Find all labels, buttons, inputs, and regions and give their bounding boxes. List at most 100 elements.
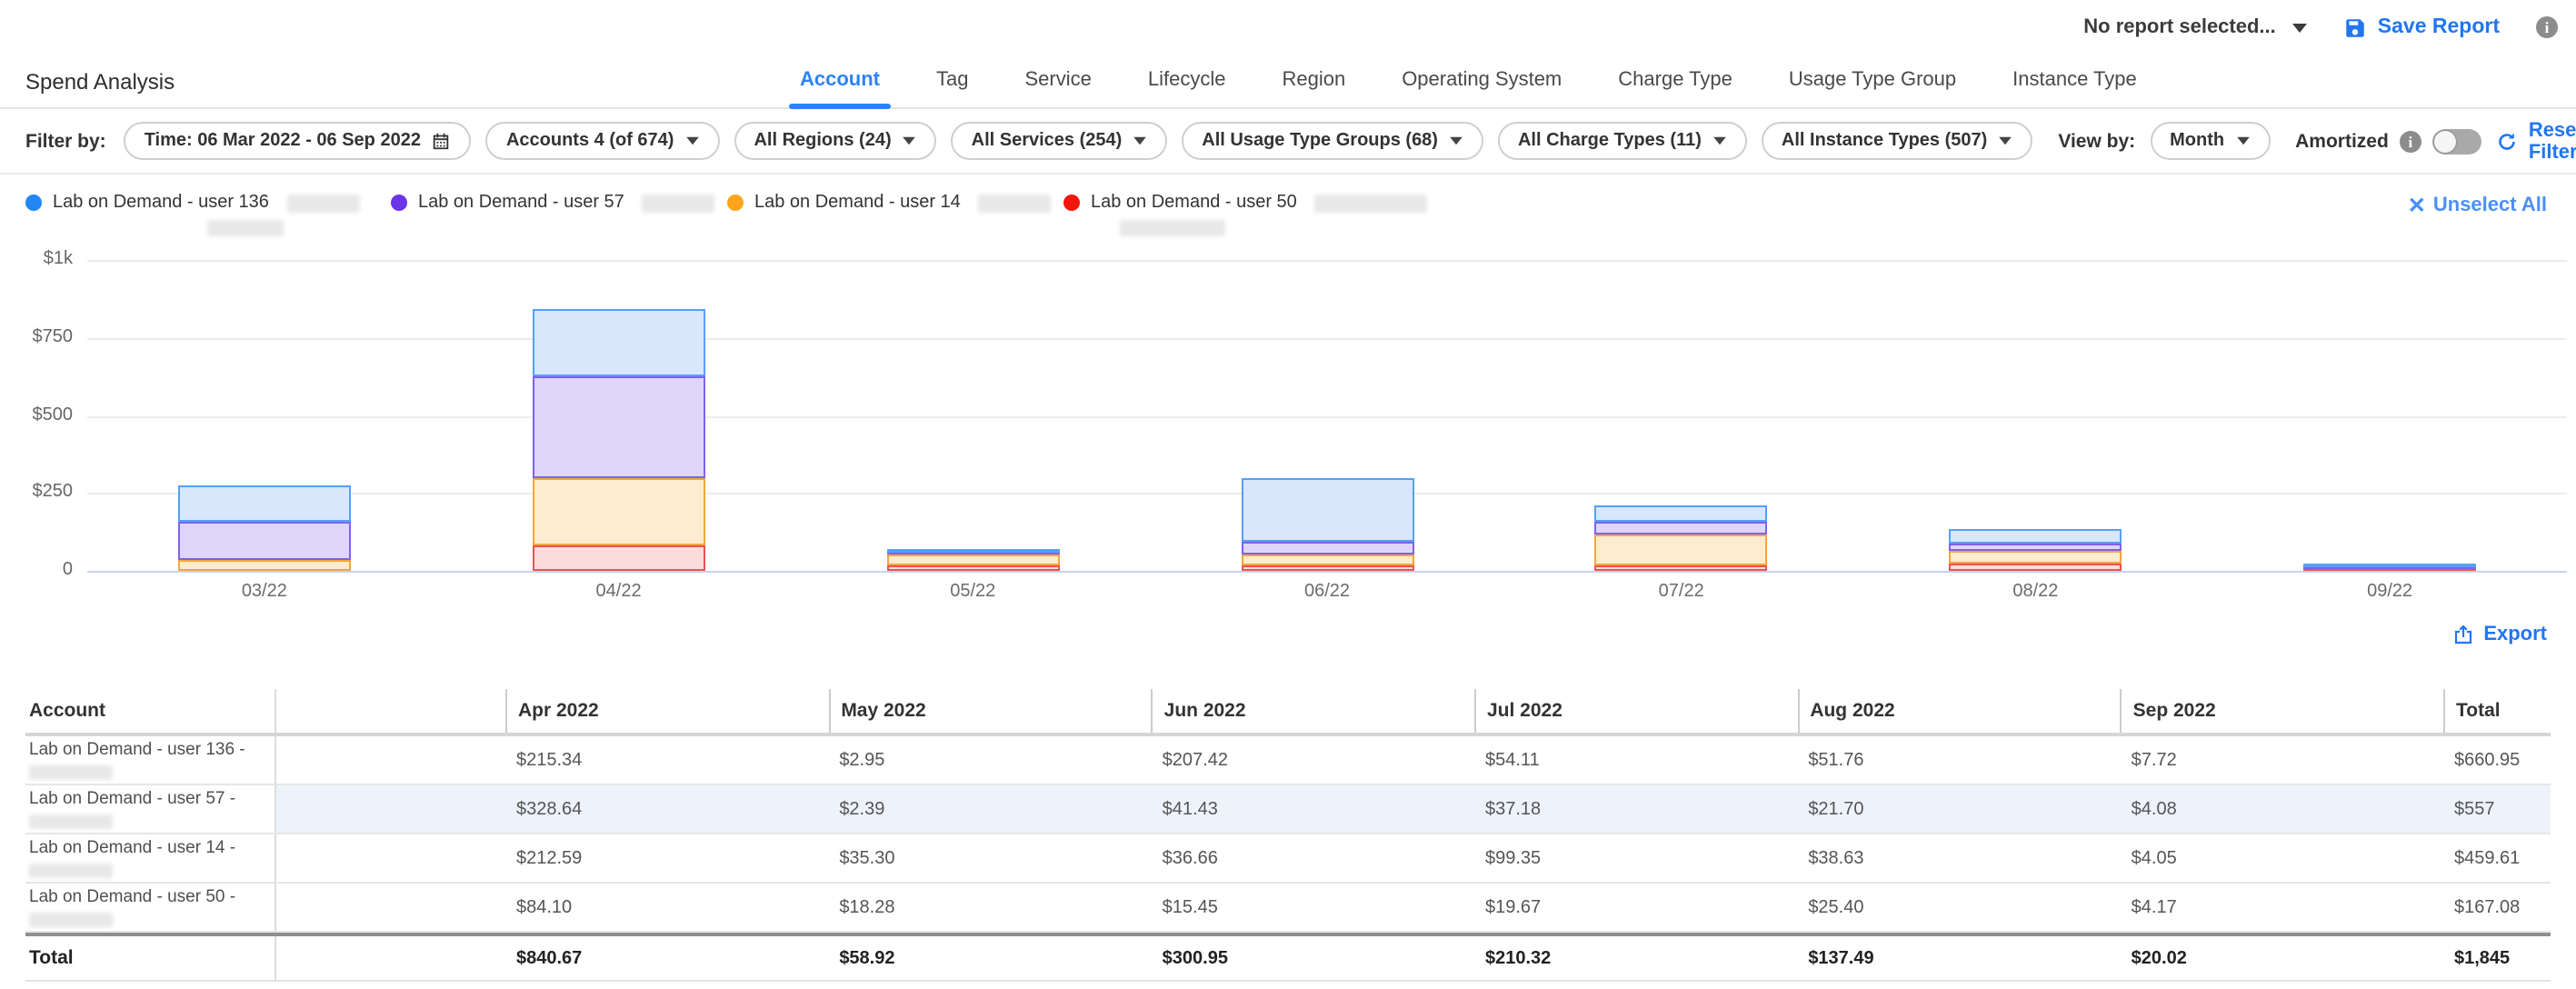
save-report-label: Save Report bbox=[2378, 16, 2500, 38]
redacted-text bbox=[979, 194, 1052, 212]
redacted-text bbox=[1120, 220, 1225, 236]
report-selector-dropdown[interactable]: No report selected... bbox=[2083, 16, 2307, 38]
tab-tag[interactable]: Tag bbox=[933, 69, 973, 107]
filter-pill-all-services-254[interactable]: All Services (254) bbox=[952, 122, 1168, 160]
tab-lifecycle[interactable]: Lifecycle bbox=[1144, 69, 1230, 107]
value-cell: $328.64 bbox=[505, 785, 828, 833]
bar-segment-lab-on-demand-user-57[interactable] bbox=[1595, 523, 1768, 534]
page-title: Spend Analysis bbox=[25, 69, 175, 95]
bar-segment-lab-on-demand-user-14[interactable] bbox=[1949, 551, 2122, 563]
column-header-sep-2022: Sep 2022 bbox=[2121, 689, 2443, 733]
bar-segment-lab-on-demand-user-14[interactable] bbox=[886, 554, 1059, 565]
value-cell: $7.72 bbox=[2121, 736, 2443, 784]
filter-pill-all-usage-type-groups-68[interactable]: All Usage Type Groups (68) bbox=[1182, 122, 1483, 160]
column-header-aug-2022: Aug 2022 bbox=[1797, 689, 2120, 733]
bar-segment-lab-on-demand-user-50[interactable] bbox=[886, 565, 1059, 571]
tab-account[interactable]: Account bbox=[796, 69, 884, 107]
column-header-apr-2022: Apr 2022 bbox=[505, 689, 828, 733]
spend-chart: $1k$750$500$250003/2204/2205/2206/2207/2… bbox=[0, 247, 2576, 618]
filter-pill-label: All Charge Types (11) bbox=[1518, 131, 1702, 151]
y-axis-tick-label: $750 bbox=[0, 327, 73, 347]
account-cell: Lab on Demand - user 136 - bbox=[25, 736, 276, 784]
x-axis-tick-label: 08/22 bbox=[1949, 582, 2122, 602]
tab-service[interactable]: Service bbox=[1022, 69, 1095, 107]
view-by-label: View by: bbox=[2058, 130, 2135, 152]
bar-segment-lab-on-demand-user-136[interactable] bbox=[533, 310, 705, 377]
value-cell: $41.43 bbox=[1152, 785, 1474, 833]
tab-operating-system[interactable]: Operating System bbox=[1398, 69, 1565, 107]
bar-segment-lab-on-demand-user-136[interactable] bbox=[178, 485, 351, 522]
legend-item-lab-on-demand-user-14[interactable]: Lab on Demand - user 14 bbox=[727, 193, 1052, 213]
bar-segment-lab-on-demand-user-14[interactable] bbox=[1595, 534, 1768, 564]
unselect-all-button[interactable]: ✕ Unselect All bbox=[2408, 193, 2547, 218]
filter-pill-all-regions-24[interactable]: All Regions (24) bbox=[734, 122, 936, 160]
filter-pill-all-instance-types-507[interactable]: All Instance Types (507) bbox=[1762, 122, 2032, 160]
amortized-group: Amortized i bbox=[2295, 128, 2481, 154]
value-cell: $84.10 bbox=[505, 884, 828, 931]
value-cell: $20.02 bbox=[2121, 936, 2443, 980]
filter-pill-accounts-4-of-674[interactable]: Accounts 4 (of 674) bbox=[486, 122, 720, 160]
calendar-icon bbox=[432, 131, 452, 151]
toggle-knob bbox=[2434, 130, 2456, 152]
table-row: Lab on Demand - user 50 -$84.10$18.28$15… bbox=[25, 884, 2551, 933]
bar-04-22[interactable] bbox=[533, 260, 705, 571]
value-cell: $15.45 bbox=[1152, 884, 1474, 931]
bar-segment-lab-on-demand-user-57[interactable] bbox=[533, 376, 705, 478]
bar-segment-lab-on-demand-user-57[interactable] bbox=[1241, 542, 1413, 554]
amortized-toggle[interactable] bbox=[2432, 128, 2481, 154]
bar-segment-lab-on-demand-user-57[interactable] bbox=[178, 522, 351, 560]
gridline bbox=[87, 571, 2567, 573]
bar-09-22[interactable] bbox=[2303, 260, 2476, 571]
bar-05-22[interactable] bbox=[886, 260, 1059, 571]
bar-segment-lab-on-demand-user-14[interactable] bbox=[178, 561, 351, 570]
reset-filters-label: Reset Filters bbox=[2529, 119, 2576, 163]
value-cell: $54.11 bbox=[1474, 736, 1797, 784]
tab-usage-type-group[interactable]: Usage Type Group bbox=[1785, 69, 1960, 107]
bar-segment-lab-on-demand-user-14[interactable] bbox=[1241, 554, 1413, 566]
value-cell: $99.35 bbox=[1474, 834, 1797, 882]
bar-08-22[interactable] bbox=[1949, 260, 2122, 571]
total-value-cell: $557 bbox=[2443, 785, 2551, 833]
y-axis-tick-label: $250 bbox=[0, 483, 73, 503]
bar-segment-lab-on-demand-user-57[interactable] bbox=[1949, 544, 2122, 551]
reset-filters-button[interactable]: Reset Filters bbox=[2496, 119, 2576, 163]
column-header-jun-2022: Jun 2022 bbox=[1152, 689, 1474, 733]
export-icon bbox=[2452, 624, 2474, 645]
bar-07-22[interactable] bbox=[1595, 260, 1768, 571]
view-by-dropdown[interactable]: Month bbox=[2150, 122, 2270, 160]
bar-segment-lab-on-demand-user-14[interactable] bbox=[533, 479, 705, 545]
bar-06-22[interactable] bbox=[1241, 260, 1413, 571]
bar-segment-lab-on-demand-user-136[interactable] bbox=[1595, 505, 1768, 523]
bar-segment-lab-on-demand-user-50[interactable] bbox=[1241, 566, 1413, 571]
bar-segment-lab-on-demand-user-50[interactable] bbox=[1595, 564, 1768, 571]
time-filter-pill[interactable]: Time: 06 Mar 2022 - 06 Sep 2022 bbox=[125, 122, 472, 160]
filter-pill-all-charge-types-11[interactable]: All Charge Types (11) bbox=[1498, 122, 1747, 160]
bar-03-22[interactable] bbox=[178, 260, 351, 571]
redacted-text bbox=[29, 814, 113, 829]
account-cell: Lab on Demand - user 50 - bbox=[25, 884, 276, 931]
bar-segment-lab-on-demand-user-50[interactable] bbox=[533, 544, 705, 571]
value-cell: $19.67 bbox=[1474, 884, 1797, 931]
redacted-text bbox=[29, 765, 113, 780]
tab-charge-type[interactable]: Charge Type bbox=[1614, 69, 1736, 107]
tab-instance-type[interactable]: Instance Type bbox=[2009, 69, 2141, 107]
save-icon bbox=[2343, 15, 2367, 39]
value-cell: $212.59 bbox=[505, 834, 828, 882]
export-label: Export bbox=[2483, 624, 2547, 645]
export-button[interactable]: Export bbox=[2452, 624, 2547, 645]
legend-item-lab-on-demand-user-136[interactable]: Lab on Demand - user 136 bbox=[25, 193, 360, 213]
bar-segment-lab-on-demand-user-136[interactable] bbox=[886, 550, 1059, 554]
chart-legend: ✕ Unselect All Lab on Demand - user 136 L… bbox=[0, 175, 2576, 247]
time-filter-label: Time: 06 Mar 2022 - 06 Sep 2022 bbox=[145, 131, 421, 151]
legend-label: Lab on Demand - user 57 bbox=[418, 193, 624, 213]
bar-segment-lab-on-demand-user-136[interactable] bbox=[1241, 477, 1413, 542]
legend-item-lab-on-demand-user-50[interactable]: Lab on Demand - user 50 bbox=[1063, 193, 1428, 213]
bar-segment-lab-on-demand-user-50[interactable] bbox=[1949, 563, 2122, 571]
amortized-info-icon[interactable]: i bbox=[2400, 130, 2421, 152]
bar-segment-lab-on-demand-user-136[interactable] bbox=[2303, 564, 2476, 567]
tab-region[interactable]: Region bbox=[1278, 69, 1349, 107]
bar-segment-lab-on-demand-user-136[interactable] bbox=[1949, 528, 2122, 544]
legend-item-lab-on-demand-user-57[interactable]: Lab on Demand - user 57 bbox=[391, 193, 715, 213]
info-icon[interactable]: i bbox=[2536, 16, 2558, 38]
save-report-button[interactable]: Save Report bbox=[2343, 15, 2500, 39]
